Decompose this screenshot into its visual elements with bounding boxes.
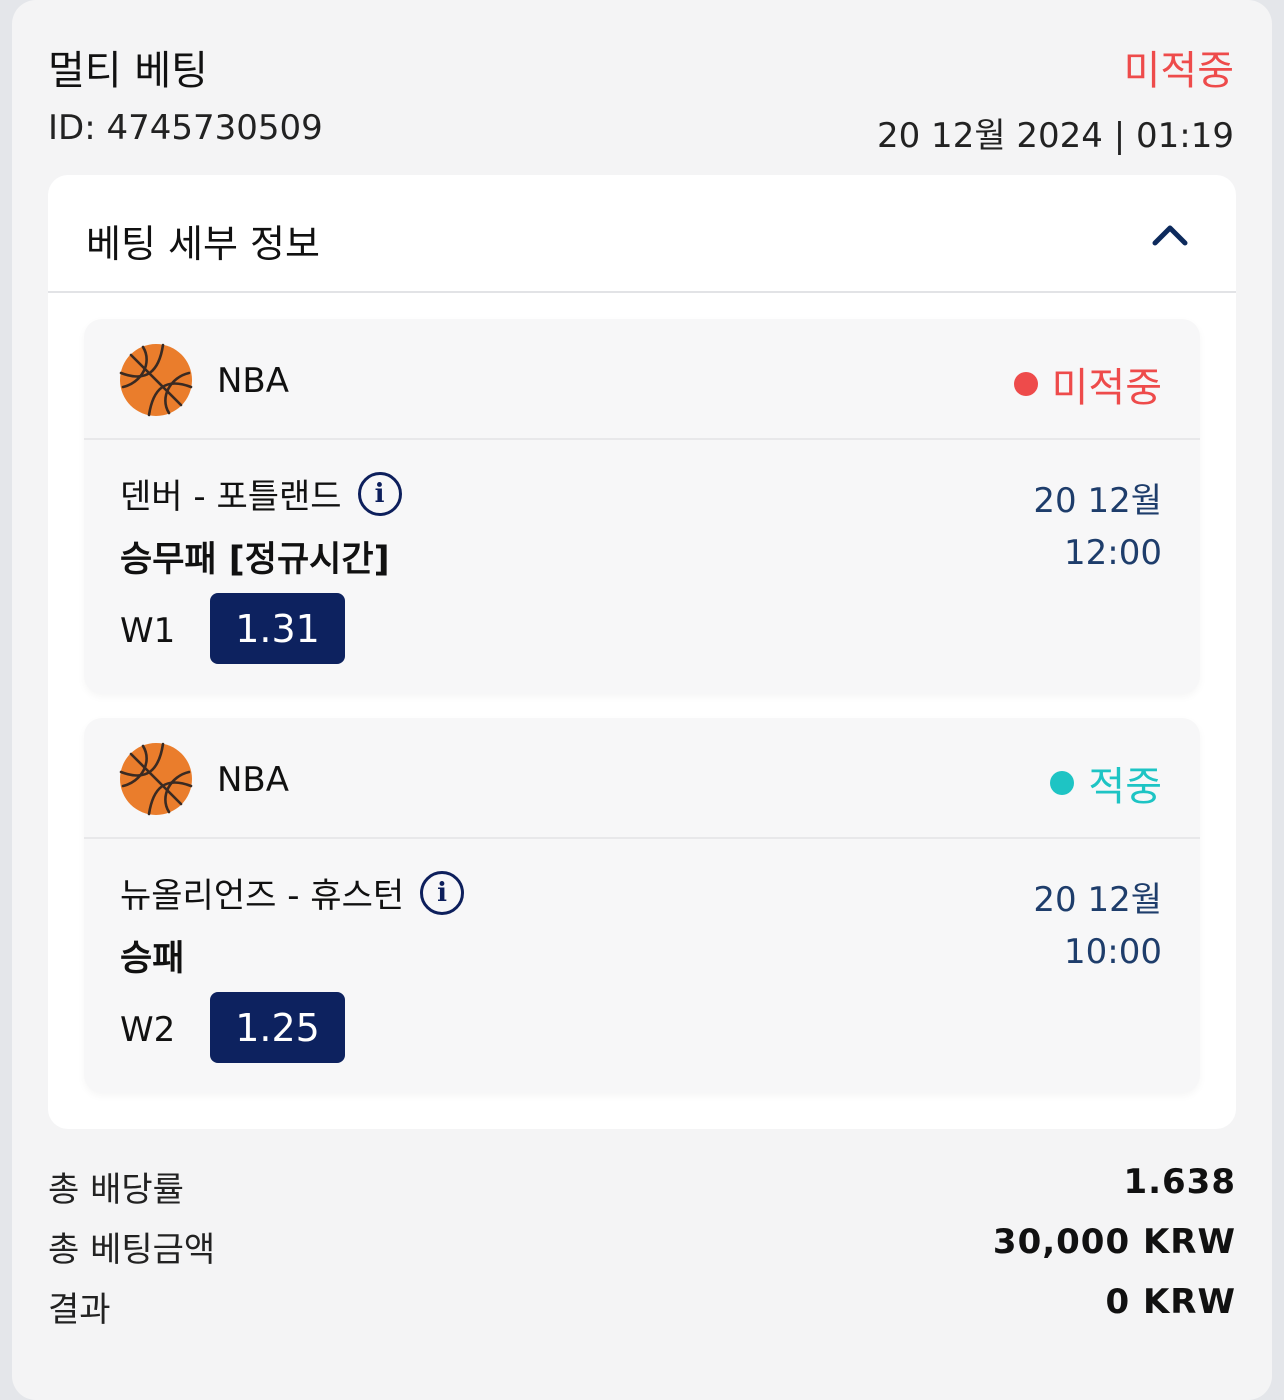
market-name: 승패	[120, 939, 185, 979]
bet-details-header[interactable]: 베팅 세부 정보	[48, 175, 1236, 293]
bet-details-panel: 베팅 세부 정보 NBA 미적중 덴버 - 포틀랜드 i 승무패 [정규시간] …	[48, 175, 1236, 1129]
bet-card: 멀티 베팅 미적중 ID: 4745730509 20 12월 2024 | 0…	[12, 0, 1272, 1400]
event-time: 12:00	[1064, 533, 1162, 573]
bet-id: ID: 4745730509	[48, 108, 323, 148]
bet-status: 미적중	[1123, 48, 1234, 94]
status-dot	[1050, 771, 1075, 795]
outcome-label: W1	[120, 611, 176, 651]
match-label: 덴버 - 포틀랜드	[120, 477, 342, 517]
league-name: NBA	[217, 760, 290, 800]
total-stake-value: 30,000 KRW	[992, 1222, 1236, 1262]
event-status: 적중	[1050, 754, 1162, 812]
event-header: NBA 미적중	[84, 319, 1200, 440]
odd-badge[interactable]: 1.25	[210, 992, 345, 1063]
chevron-up-icon[interactable]	[1150, 219, 1190, 249]
league-name: NBA	[217, 361, 290, 401]
info-icon[interactable]: i	[420, 870, 465, 915]
bet-details-title: 베팅 세부 정보	[86, 222, 320, 266]
odd-badge[interactable]: 1.31	[210, 593, 345, 664]
event-date: 20 12월	[1033, 880, 1162, 920]
summary-total-stake: 총 베팅금액 30,000 KRW	[48, 1222, 1236, 1272]
event-header: NBA 적중	[84, 718, 1200, 839]
event-time: 10:00	[1064, 932, 1162, 972]
total-odds-value: 1.638	[1123, 1162, 1236, 1202]
summary-total-odds: 총 배당률 1.638	[48, 1162, 1236, 1212]
total-stake-label: 총 베팅금액	[48, 1230, 216, 1270]
event-status-label: 적중	[1088, 764, 1162, 810]
result-label: 결과	[48, 1290, 111, 1330]
bet-type-title: 멀티 베팅	[48, 48, 208, 94]
event-date: 20 12월	[1033, 481, 1162, 521]
total-odds-label: 총 배당률	[48, 1170, 184, 1210]
basketball-icon	[119, 343, 193, 417]
info-icon[interactable]: i	[357, 471, 402, 516]
match-label: 뉴올리언즈 - 휴스턴	[120, 876, 405, 916]
market-name: 승무패 [정규시간]	[120, 540, 390, 580]
basketball-icon	[119, 742, 193, 816]
event-card: NBA 미적중 덴버 - 포틀랜드 i 승무패 [정규시간] 20 12월 12…	[84, 319, 1200, 694]
result-value: 0 KRW	[1105, 1282, 1236, 1322]
summary-result: 결과 0 KRW	[48, 1282, 1236, 1332]
event-status-label: 미적중	[1051, 365, 1162, 411]
match-name: 뉴올리언즈 - 휴스턴 i	[120, 868, 465, 917]
event-status: 미적중	[1013, 355, 1162, 413]
bet-datetime: 20 12월 2024 | 01:19	[876, 116, 1234, 156]
event-card: NBA 적중 뉴올리언즈 - 휴스턴 i 승패 20 12월 10:00 W2 …	[84, 718, 1200, 1093]
match-name: 덴버 - 포틀랜드 i	[120, 469, 402, 518]
status-dot	[1013, 372, 1038, 396]
outcome-label: W2	[120, 1010, 176, 1050]
